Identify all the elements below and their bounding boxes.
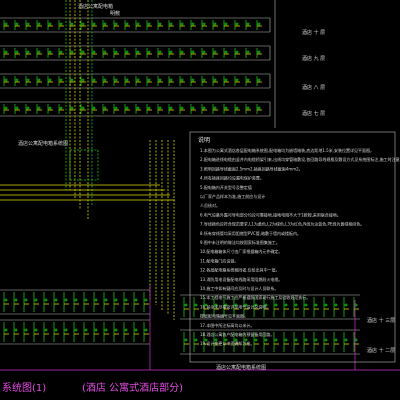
notes-line: 19.设计变更以书面通知为准。 — [200, 340, 254, 346]
notes-line: 8.所有穿线管均采用阻燃型PVC管,暗敷于墙内或楼板内。 — [200, 230, 301, 236]
label-bottom-center: 酒店公寓配电箱系统图 — [216, 364, 266, 371]
label-row-right-2: 酒店 九 层 — [302, 55, 325, 62]
notes-line: 以厂家产品样本为准,施工前应与设计 — [200, 193, 265, 199]
notes-line: 11.配电箱门应设锁。 — [200, 257, 238, 263]
notes-line: 17.本图中所注标高均以米计。 — [200, 322, 254, 328]
notes-line: 5.配电箱内开关型号及整定值 — [200, 184, 252, 190]
label-row-right-4: 酒店 七 层 — [302, 110, 325, 117]
notes-line: 6.电气设备外露可导电部分均应可靠接地,接地电阻不大于1欧姆,采用联合接地。 — [200, 211, 341, 217]
notes-line: 1.本图为公寓式酒店各层配电箱系统图,配电箱均为嵌墙暗装,底边距地1.5米,安装… — [200, 147, 374, 153]
notes-line: 10.配电箱箱体尺寸由厂家根据箱内元件确定。 — [200, 248, 282, 254]
notes-line: 14.施工中如有疑问应及时与设计人员联系。 — [200, 285, 278, 291]
label-bottom-right-2: 酒店 十 二层 — [367, 347, 395, 354]
notes-line: 9.图中未注明的做法均按国家标准图集施工。 — [200, 239, 280, 245]
label-row-right-1: 酒店 十 层 — [302, 29, 325, 36]
notes-line: 13.消防用电设备配电线路采用阻燃耐火电缆。 — [200, 276, 282, 282]
notes-line: 2.配电箱进线电缆由竖井内电缆桥架引来,出线均穿管暗敷设,各回路导线规格及敷设方… — [200, 156, 400, 162]
title-bottom-center: (酒店 公寓式酒店部分) — [82, 381, 183, 394]
cad-drawing-canvas[interactable]: 说明 1.本图为公寓式酒店各层配电箱系统图,配电箱均为嵌墙暗装,底边距地1.5米… — [0, 0, 400, 400]
label-row-right-3: 酒店 八 层 — [302, 84, 325, 91]
notes-line: 16.其余未尽事宜详见电气设计总说明。 — [200, 303, 270, 309]
label-top-small: 明敷 — [110, 10, 120, 17]
label-left-mid: 酒店公寓配电箱系统图 — [18, 140, 68, 147]
notes-line: 15.本工程电气施工应严格遵照国家现行施工及验收规范执行。 — [200, 294, 310, 300]
notes-line: 楼层配电箱编号见平面图。 — [200, 313, 248, 319]
notes-line: 4.所有插座回路均设漏电保护装置。 — [200, 175, 264, 181]
notes-heading: 说明 — [198, 136, 210, 144]
notes-line: 7.导线颜色应符合规范要求,L1为黄色,L2为绿色,L3为红色,N线为淡蓝色,P… — [200, 221, 364, 227]
notes-line: 12.各层配电箱系统相同者,仅绘出其中一层。 — [200, 267, 280, 273]
notes-line: 3.照明回路导线截面2.5mm2,插座回路导线截面4mm2。 — [200, 165, 303, 171]
notes-body: 1.本图为公寓式酒店各层配电箱系统图,配电箱均为嵌墙暗装,底边距地1.5米,安装… — [200, 147, 400, 346]
label-bottom-right-1: 酒店 十 三层 — [367, 317, 395, 324]
notes-line: 18.酒店公寓各户配电箱内预留备用回路。 — [200, 331, 274, 337]
panel-schedule-rows — [0, 0, 276, 128]
label-top-riser: 酒店公寓配电箱 — [78, 3, 113, 10]
notes-line: 人员核对。 — [200, 202, 220, 208]
title-bottom-left: 系统图(1) — [2, 381, 46, 394]
